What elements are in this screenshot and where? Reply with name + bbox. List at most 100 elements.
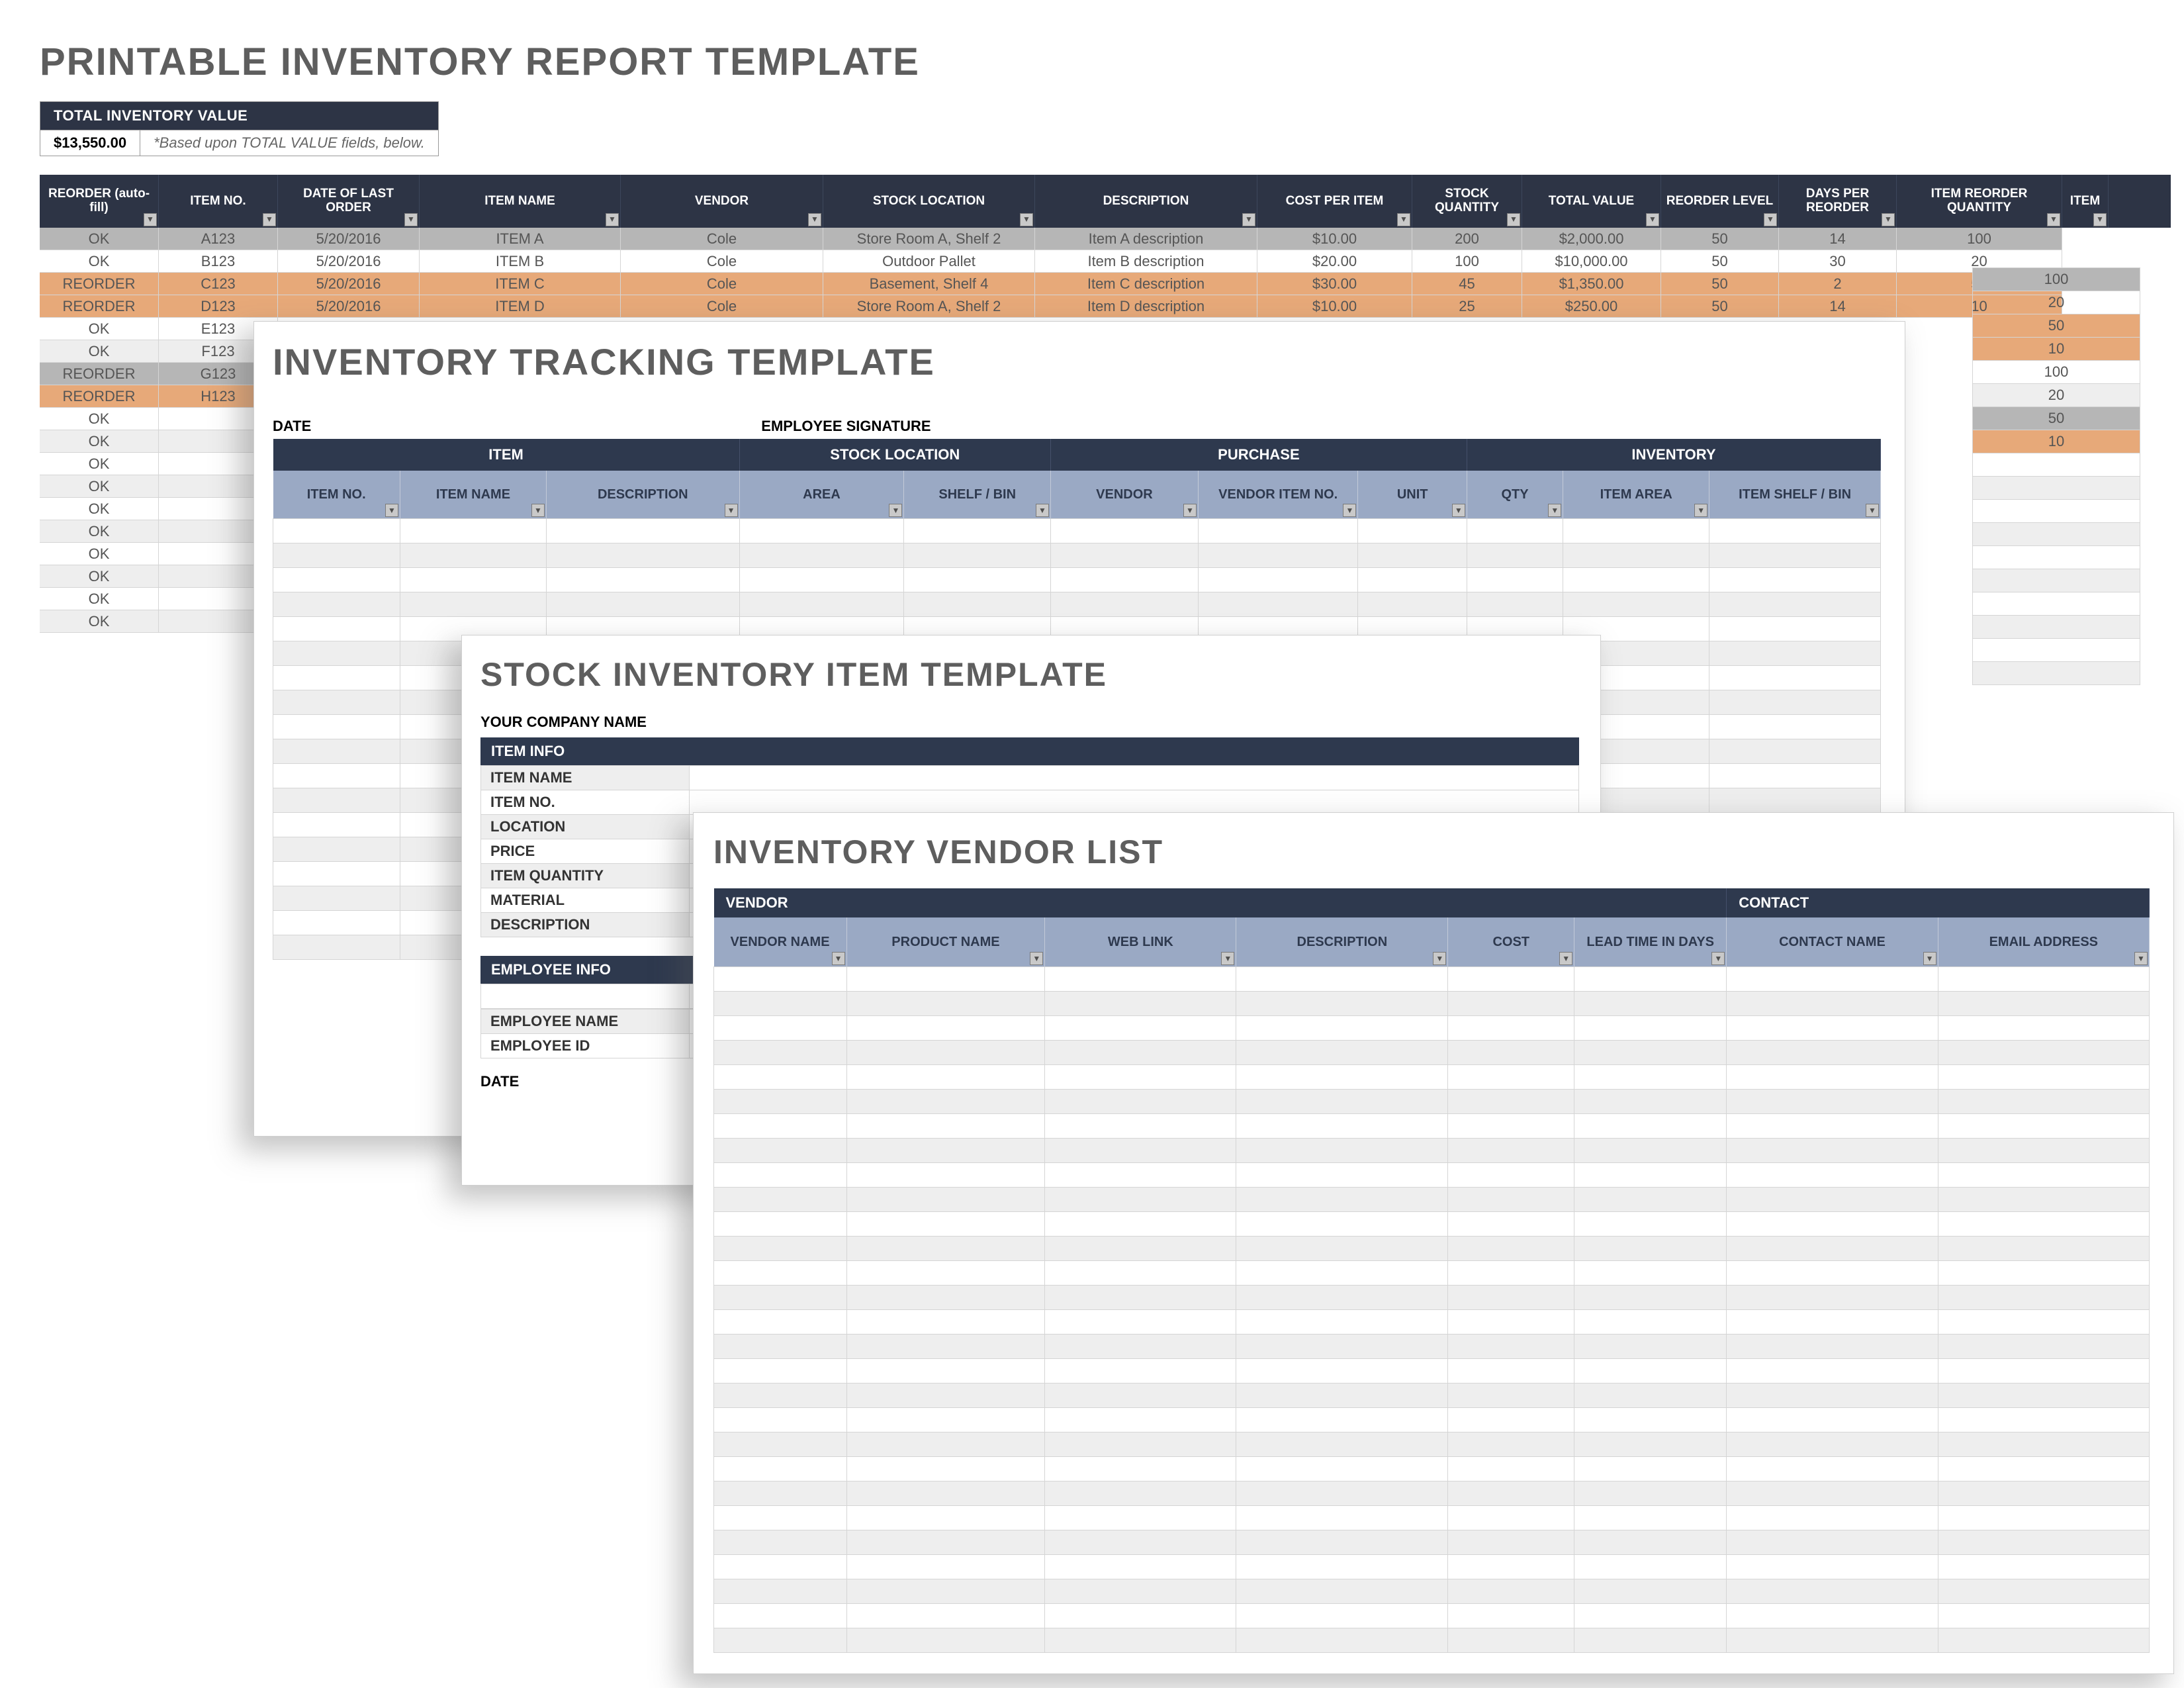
cell[interactable]: [1236, 1041, 1448, 1065]
cell[interactable]: [1198, 543, 1358, 568]
cell[interactable]: [846, 1530, 1045, 1555]
cell[interactable]: Item B description: [1035, 250, 1257, 273]
cell[interactable]: [1236, 1359, 1448, 1383]
cell[interactable]: [273, 690, 400, 715]
cell[interactable]: [1709, 715, 1881, 739]
cell[interactable]: [400, 543, 546, 568]
cell[interactable]: ITEM D: [420, 295, 621, 318]
cell[interactable]: [714, 1163, 847, 1188]
cell[interactable]: [846, 1212, 1045, 1237]
filter-dropdown-icon[interactable]: [2047, 213, 2060, 226]
column-header[interactable]: STOCK LOCATION: [823, 175, 1035, 228]
cell[interactable]: [1574, 1628, 1727, 1653]
filter-dropdown-icon[interactable]: [2134, 952, 2148, 965]
cell[interactable]: [1727, 1310, 1938, 1335]
cell[interactable]: [1045, 1237, 1236, 1261]
cell[interactable]: OK: [40, 430, 159, 453]
cell[interactable]: [1938, 1212, 2149, 1237]
cell[interactable]: [1236, 1432, 1448, 1457]
cell[interactable]: [1727, 1408, 1938, 1432]
cell[interactable]: 50: [1661, 273, 1779, 295]
cell[interactable]: [273, 519, 400, 543]
cell[interactable]: [1727, 1579, 1938, 1604]
cell[interactable]: [714, 1335, 847, 1359]
cell[interactable]: [1448, 1212, 1574, 1237]
cell[interactable]: [1448, 1555, 1574, 1579]
filter-dropdown-icon[interactable]: [1548, 504, 1561, 517]
cell[interactable]: 5/20/2016: [278, 273, 420, 295]
filter-dropdown-icon[interactable]: [889, 504, 902, 517]
cell[interactable]: [1938, 1481, 2149, 1506]
cell[interactable]: Item C description: [1035, 273, 1257, 295]
cell[interactable]: [1574, 1188, 1727, 1212]
cell[interactable]: [1236, 1188, 1448, 1212]
cell[interactable]: [273, 837, 400, 862]
cell[interactable]: [714, 1628, 847, 1653]
cell[interactable]: [1045, 1041, 1236, 1065]
cell[interactable]: [400, 592, 546, 617]
cell[interactable]: [1574, 1604, 1727, 1628]
cell[interactable]: [1045, 1604, 1236, 1628]
column-header[interactable]: VENDOR: [621, 175, 823, 228]
cell[interactable]: [714, 1555, 847, 1579]
cell[interactable]: [546, 592, 739, 617]
cell[interactable]: [1938, 1041, 2149, 1065]
cell[interactable]: OK: [40, 228, 159, 250]
cell[interactable]: OK: [40, 475, 159, 498]
cell[interactable]: [1448, 1457, 1574, 1481]
filter-dropdown-icon[interactable]: [725, 504, 738, 517]
filter-dropdown-icon[interactable]: [1764, 213, 1777, 226]
cell[interactable]: [273, 568, 400, 592]
cell[interactable]: [1448, 1579, 1574, 1604]
cell[interactable]: [1709, 617, 1881, 641]
filter-dropdown-icon[interactable]: [1183, 504, 1197, 517]
cell[interactable]: [1236, 1016, 1448, 1041]
table-row[interactable]: [714, 1383, 2150, 1408]
cell[interactable]: [1045, 1457, 1236, 1481]
cell[interactable]: [1198, 592, 1358, 617]
cell[interactable]: [1727, 1188, 1938, 1212]
cell[interactable]: [714, 1090, 847, 1114]
sub-header[interactable]: DESCRIPTION: [1236, 917, 1448, 967]
table-row[interactable]: [714, 967, 2150, 992]
column-header[interactable]: REORDER (auto-fill): [40, 175, 159, 228]
cell[interactable]: [1448, 1506, 1574, 1530]
cell[interactable]: [1727, 1628, 1938, 1653]
cell[interactable]: OK: [40, 453, 159, 475]
cell[interactable]: [1045, 1065, 1236, 1090]
cell[interactable]: [1938, 1237, 2149, 1261]
cell[interactable]: [1236, 1604, 1448, 1628]
column-header[interactable]: ITEM NAME: [420, 175, 621, 228]
cell[interactable]: [1045, 1212, 1236, 1237]
filter-dropdown-icon[interactable]: [1242, 213, 1255, 226]
cell[interactable]: [1236, 1628, 1448, 1653]
cell[interactable]: $10.00: [1257, 228, 1412, 250]
cell[interactable]: [846, 992, 1045, 1016]
sub-header[interactable]: ITEM NO.: [273, 471, 400, 519]
cell[interactable]: [1938, 1555, 2149, 1579]
table-row[interactable]: [714, 1579, 2150, 1604]
cell[interactable]: [1727, 1481, 1938, 1506]
cell[interactable]: $10,000.00: [1522, 250, 1661, 273]
filter-dropdown-icon[interactable]: [144, 213, 157, 226]
cell[interactable]: [1050, 592, 1198, 617]
cell[interactable]: [1045, 1261, 1236, 1286]
cell[interactable]: [1938, 1016, 2149, 1041]
cell[interactable]: [1938, 1310, 2149, 1335]
table-row[interactable]: [714, 1163, 2150, 1188]
sub-header[interactable]: LEAD TIME IN DAYS: [1574, 917, 1727, 967]
cell[interactable]: [400, 519, 546, 543]
cell[interactable]: [904, 543, 1051, 568]
cell[interactable]: [1467, 568, 1563, 592]
cell[interactable]: [1727, 1065, 1938, 1090]
cell[interactable]: REORDER: [40, 273, 159, 295]
cell[interactable]: [846, 967, 1045, 992]
cell[interactable]: 30: [1779, 250, 1897, 273]
cell[interactable]: [1727, 1114, 1938, 1139]
cell[interactable]: [1236, 1065, 1448, 1090]
cell[interactable]: $10.00: [1257, 295, 1412, 318]
column-header[interactable]: DAYS PER REORDER: [1779, 175, 1897, 228]
cell[interactable]: [1045, 1090, 1236, 1114]
table-row[interactable]: [714, 1114, 2150, 1139]
cell[interactable]: [1574, 1555, 1727, 1579]
